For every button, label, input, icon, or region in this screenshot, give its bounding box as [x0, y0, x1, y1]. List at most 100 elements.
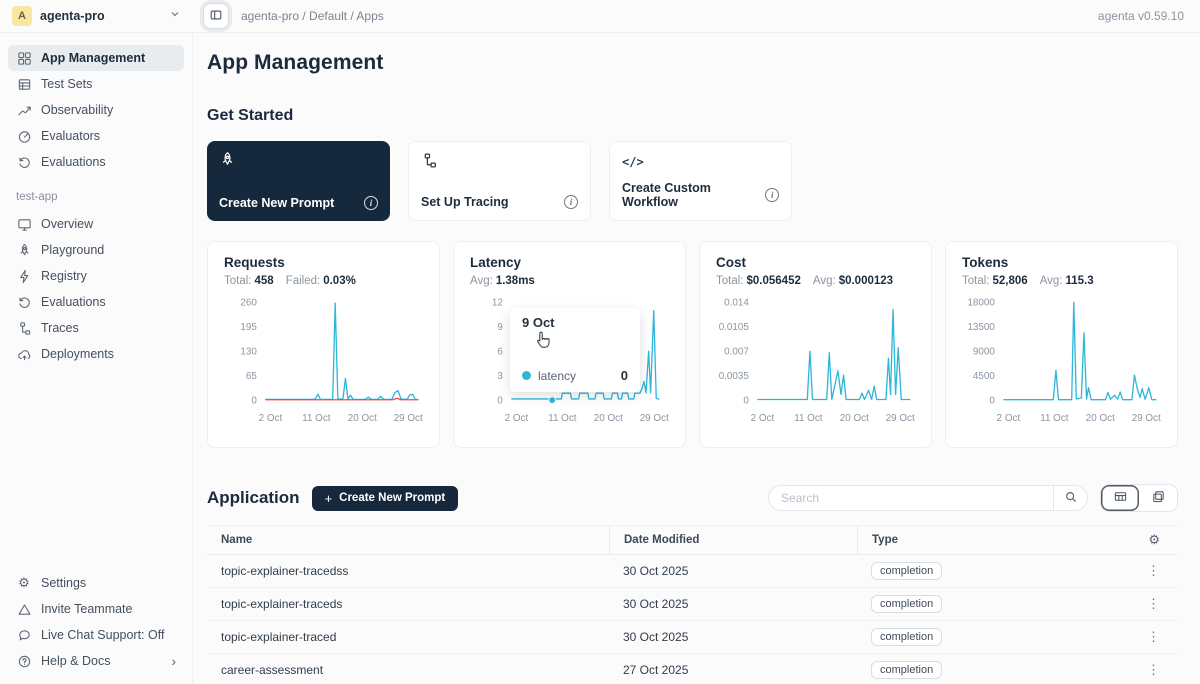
svg-text:3: 3 [497, 371, 503, 382]
stat-card-title: Requests [224, 255, 423, 270]
stat-metric: Failed:0.03% [286, 275, 356, 287]
sidebar-item-settings[interactable]: ⚙Settings [8, 570, 184, 596]
get-started-card-create-new-prompt[interactable]: Create New Prompt i [207, 141, 390, 221]
page-title: App Management [207, 51, 1178, 75]
create-new-prompt-button[interactable]: + Create New Prompt [312, 486, 459, 511]
create-new-prompt-label: Create New Prompt [339, 492, 445, 504]
tooltip-series-value: 0 [621, 368, 628, 383]
chart-tooltip: 9 Octlatency0 [510, 308, 640, 392]
stat-metric: Total:458 [224, 275, 274, 287]
sidebar-item-overview[interactable]: Overview [8, 211, 184, 237]
svg-text:20 Oct: 20 Oct [840, 413, 869, 424]
table-header-row: NameDate ModifiedType⚙ [207, 525, 1178, 555]
svg-text:9: 9 [497, 322, 503, 333]
svg-text:4500: 4500 [973, 371, 995, 382]
svg-text:2 Oct: 2 Oct [997, 413, 1021, 424]
table-settings-gear-icon[interactable]: ⚙ [1148, 532, 1160, 548]
table-view-button[interactable] [1101, 485, 1139, 511]
table-icon [16, 76, 32, 92]
panel-left-icon [209, 8, 223, 25]
svg-text:11 Oct: 11 Oct [302, 413, 331, 424]
sidebar-collapse-button[interactable] [203, 3, 229, 29]
svg-text:29 Oct: 29 Oct [394, 413, 423, 424]
monitor-icon [16, 216, 32, 232]
sidebar-group-test-app: test-app [16, 191, 184, 203]
chart-tokens[interactable]: 04500900013500180002 Oct11 Oct20 Oct29 O… [962, 293, 1163, 434]
chevron-down-icon [169, 7, 181, 25]
svg-text:0.007: 0.007 [724, 347, 749, 358]
stat-card-tokens: TokensTotal:52,806Avg:115.30450090001350… [945, 241, 1178, 448]
code-icon: </> [622, 155, 644, 169]
sidebar-item-evaluations[interactable]: Evaluations [8, 289, 184, 315]
sidebar-item-label: Evaluators [41, 129, 100, 143]
row-actions-kebab-icon[interactable]: ⋮ [1147, 629, 1160, 645]
tooltip-date: 9 Oct [522, 315, 628, 330]
row-actions-kebab-icon[interactable]: ⋮ [1147, 596, 1160, 612]
tree-icon [16, 320, 32, 336]
get-started-card-set-up-tracing[interactable]: Set Up Tracingi [408, 141, 591, 221]
sidebar-item-evaluators[interactable]: Evaluators [8, 123, 184, 149]
info-icon[interactable]: i [564, 195, 578, 209]
stat-metric: Total:52,806 [962, 275, 1028, 287]
info-icon[interactable]: i [364, 196, 378, 210]
workspace-avatar: A [12, 6, 32, 26]
sidebar-item-label: Playground [41, 243, 104, 257]
search-input[interactable] [769, 491, 1053, 505]
app-root: A agenta-pro agenta-pro / Default / Apps… [0, 0, 1200, 684]
get-started-card-create-custom-workflow[interactable]: </> Create Custom Workflowi [609, 141, 792, 221]
get-started-card-label: Create Custom Workflow [622, 181, 765, 209]
table-row-topic-explainer-traceds[interactable]: topic-explainer-traceds30 Oct 2025comple… [207, 588, 1178, 621]
table-row-topic-explainer-tracedss[interactable]: topic-explainer-tracedss30 Oct 2025compl… [207, 555, 1178, 588]
breadcrumb[interactable]: agenta-pro / Default / Apps [241, 9, 384, 23]
chart-cost[interactable]: 00.00350.0070.01050.0142 Oct11 Oct20 Oct… [716, 293, 917, 434]
table-row-topic-explainer-traced[interactable]: topic-explainer-traced30 Oct 2025complet… [207, 621, 1178, 654]
card-view-button[interactable] [1139, 485, 1177, 511]
workspace-selector[interactable]: A agenta-pro [0, 6, 193, 26]
sidebar-item-label: Registry [41, 269, 87, 283]
table-row-career-assessment[interactable]: career-assessment27 Oct 2025completion⋮ [207, 654, 1178, 684]
card-view-icon [1151, 489, 1166, 507]
series-success [265, 303, 418, 399]
stat-card-requests: RequestsTotal:458Failed:0.03%06513019526… [207, 241, 440, 448]
sidebar-item-label: Help & Docs [41, 654, 110, 668]
date-modified-cell: 27 Oct 2025 [609, 663, 857, 677]
application-section: Application + Create New Prompt [207, 484, 1178, 684]
table-view-icon [1113, 489, 1128, 507]
row-actions-kebab-icon[interactable]: ⋮ [1147, 662, 1160, 678]
sidebar-item-label: App Management [41, 51, 145, 65]
refresh-icon [16, 294, 32, 310]
get-started-title: Get Started [207, 107, 1178, 125]
sidebar-item-registry[interactable]: Registry [8, 263, 184, 289]
chart-requests[interactable]: 0651301952602 Oct11 Oct20 Oct29 Oct [224, 293, 425, 434]
sidebar-item-test-sets[interactable]: Test Sets [8, 71, 184, 97]
sidebar-item-observability[interactable]: Observability [8, 97, 184, 123]
svg-text:29 Oct: 29 Oct [886, 413, 915, 424]
row-actions-kebab-icon[interactable]: ⋮ [1147, 563, 1160, 579]
svg-text:0: 0 [251, 395, 257, 406]
sidebar-item-label: Overview [41, 217, 93, 231]
type-badge: completion [871, 595, 942, 613]
search-button[interactable] [1053, 486, 1087, 510]
triangle-icon [16, 601, 32, 617]
svg-text:13500: 13500 [967, 322, 995, 333]
info-icon[interactable]: i [765, 188, 779, 202]
sidebar-item-deployments[interactable]: Deployments [8, 341, 184, 367]
sidebar-item-playground[interactable]: Playground [8, 237, 184, 263]
get-started-cards: Create New PromptiSet Up Tracingi</>Crea… [207, 141, 1178, 221]
sidebar-item-help-docs[interactable]: Help & Docs › [8, 648, 184, 674]
sidebar-item-evaluations[interactable]: Evaluations [8, 149, 184, 175]
column-header-date-modified: Date Modified [609, 526, 857, 554]
sidebar-item-live-chat-support-off[interactable]: Live Chat Support: Off [8, 622, 184, 648]
svg-text:20 Oct: 20 Oct [348, 413, 377, 424]
sidebar-item-traces[interactable]: Traces [8, 315, 184, 341]
sidebar-item-invite-teammate[interactable]: Invite Teammate [8, 596, 184, 622]
sidebar-item-label: Settings [41, 576, 86, 590]
sidebar-item-app-management[interactable]: App Management [8, 45, 184, 71]
search-icon [1064, 490, 1078, 507]
svg-text:6: 6 [497, 347, 503, 358]
sidebar-item-label: Live Chat Support: Off [41, 628, 164, 642]
refresh-icon [16, 154, 32, 170]
application-title: Application [207, 488, 300, 508]
chevron-right-icon: › [171, 654, 176, 668]
get-started-card-label: Create New Prompt [219, 196, 334, 210]
